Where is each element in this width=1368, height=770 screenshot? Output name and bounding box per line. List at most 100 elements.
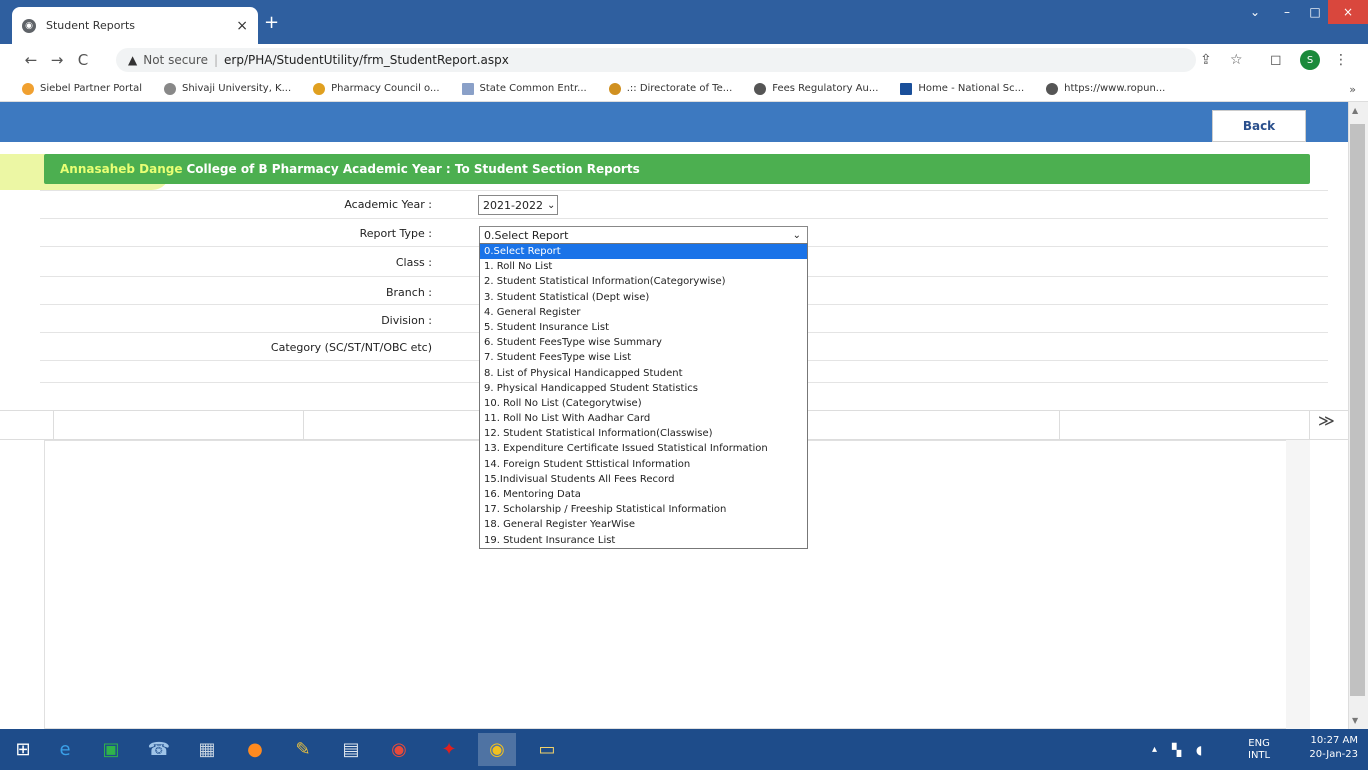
- minimize-button[interactable]: –: [1272, 0, 1302, 24]
- calculator-icon[interactable]: ▦: [188, 733, 226, 766]
- page-title: Annasaheb Dange College of B Pharmacy Ac…: [44, 154, 1310, 184]
- bookmark-item[interactable]: .:: Directorate of Te...: [608, 82, 732, 95]
- page-title-text: College of B Pharmacy Academic Year : To…: [186, 162, 640, 176]
- academic-year-select[interactable]: 2021-2022 ⌄: [478, 195, 558, 215]
- report-option[interactable]: 1. Roll No List: [480, 259, 807, 274]
- tab-search-icon[interactable]: ⌄: [1240, 0, 1270, 24]
- report-option[interactable]: 0.Select Report: [480, 244, 807, 260]
- report-type-label: Report Type :: [359, 227, 432, 240]
- not-secure-label: Not secure: [143, 53, 208, 67]
- clock[interactable]: 10:27 AM 20-Jan-23: [1309, 734, 1358, 762]
- network-icon[interactable]: ▚: [1172, 729, 1181, 770]
- new-tab-button[interactable]: +: [264, 12, 279, 33]
- report-option[interactable]: 3. Student Statistical (Dept wise): [480, 290, 807, 305]
- paint-icon[interactable]: ✎: [284, 733, 322, 766]
- scroll-up-icon[interactable]: ▲: [1352, 106, 1358, 115]
- bookmark-favicon-icon: [900, 82, 913, 95]
- form-row-academic-year: Academic Year : 2021-2022 ⌄: [40, 190, 1328, 218]
- report-option[interactable]: 6. Student FeesType wise Summary: [480, 335, 807, 350]
- expand-down-icon[interactable]: ≫: [1318, 411, 1335, 430]
- report-frame-scrollbar[interactable]: [1286, 440, 1310, 729]
- grid-cell: [1060, 411, 1310, 441]
- url-text[interactable]: erp/PHA/StudentUtility/frm_StudentReport…: [224, 53, 509, 67]
- bookmark-favicon-icon: [313, 82, 326, 95]
- tray-up-icon[interactable]: ▴: [1152, 729, 1157, 770]
- back-arrow-icon[interactable]: ←: [18, 51, 44, 69]
- report-option[interactable]: 5. Student Insurance List: [480, 320, 807, 335]
- report-option[interactable]: 14. Foreign Student Sttistical Informati…: [480, 457, 807, 472]
- report-option[interactable]: 11. Roll No List With Aadhar Card: [480, 411, 807, 426]
- bookmarks-bar: Siebel Partner Portal Shivaji University…: [0, 76, 1368, 102]
- browser-tabstrip: ◉ Student Reports × + ⌄ – □ ×: [0, 0, 1368, 44]
- report-option[interactable]: 18. General Register YearWise: [480, 517, 807, 532]
- profile-avatar[interactable]: S: [1300, 50, 1320, 70]
- more-bookmarks-icon[interactable]: »: [1349, 83, 1356, 96]
- bookmark-favicon-icon: [461, 82, 474, 95]
- file-explorer-icon[interactable]: ▭: [528, 733, 566, 766]
- phone-app-icon[interactable]: ☎: [140, 733, 178, 766]
- chevron-down-icon: ⌄: [546, 199, 556, 211]
- share-icon[interactable]: ⇪: [1200, 44, 1212, 76]
- chrome-icon[interactable]: ◉: [380, 733, 418, 766]
- report-type-select[interactable]: 0.Select Report ⌄: [479, 226, 808, 244]
- bookmark-favicon-icon: [164, 82, 176, 95]
- side-panel-icon[interactable]: ◻: [1270, 44, 1282, 76]
- report-option[interactable]: 9. Physical Handicapped Student Statisti…: [480, 381, 807, 396]
- grid-cell: [54, 411, 304, 441]
- report-option[interactable]: 16. Mentoring Data: [480, 487, 807, 502]
- internet-explorer-icon[interactable]: e: [46, 733, 84, 766]
- bookmark-item[interactable]: https://www.ropun...: [1046, 82, 1165, 95]
- chevron-down-icon: ⌄: [792, 229, 801, 241]
- bookmark-star-icon[interactable]: ☆: [1230, 44, 1243, 76]
- bookmark-favicon-icon: [1046, 82, 1059, 95]
- bookmark-item[interactable]: Home - National Sc...: [900, 82, 1024, 95]
- bookmark-favicon-icon: [754, 82, 767, 95]
- page-topbar: [0, 102, 1348, 142]
- volume-icon[interactable]: ◖: [1196, 729, 1202, 770]
- store-icon[interactable]: ▣: [92, 733, 130, 766]
- grid-cell: [0, 411, 54, 441]
- college-name: Annasaheb Dange: [60, 162, 183, 176]
- division-label: Division :: [381, 314, 432, 327]
- bookmark-item[interactable]: Fees Regulatory Au...: [754, 82, 878, 95]
- reload-icon[interactable]: C: [70, 51, 96, 69]
- word-icon[interactable]: ▤: [332, 733, 370, 766]
- windows-taskbar: ▴ ▚ ◖ ENG INTL 10:27 AM 20-Jan-23 ⊞ e ▣ ☎ ▦ ●…: [0, 729, 1368, 770]
- report-option[interactable]: 8. List of Physical Handicapped Student: [480, 366, 807, 381]
- close-window-button[interactable]: ×: [1328, 0, 1368, 24]
- report-option[interactable]: 4. General Register: [480, 305, 807, 320]
- warning-icon[interactable]: ▲: [128, 53, 137, 67]
- report-option[interactable]: 2. Student Statistical Information(Categ…: [480, 274, 807, 289]
- chrome-menu-icon[interactable]: ⋮: [1334, 44, 1348, 76]
- address-bar[interactable]: ▲ Not secure | erp/PHA/StudentUtility/fr…: [116, 48, 1196, 72]
- academic-year-label: Academic Year :: [344, 198, 432, 211]
- globe-icon: ◉: [22, 18, 36, 33]
- report-option[interactable]: 13. Expenditure Certificate Issued Stati…: [480, 441, 807, 456]
- bookmark-item[interactable]: Shivaji University, K...: [164, 82, 291, 95]
- report-option[interactable]: 17. Scholarship / Freeship Statistical I…: [480, 502, 807, 517]
- browser-tab[interactable]: ◉ Student Reports ×: [12, 7, 258, 44]
- report-option[interactable]: 10. Roll No List (Categorytwise): [480, 396, 807, 411]
- bookmark-item[interactable]: Siebel Partner Portal: [22, 82, 142, 95]
- language-indicator[interactable]: ENG INTL: [1248, 729, 1270, 770]
- forward-arrow-icon[interactable]: →: [44, 51, 70, 69]
- form-row-report-type: Report Type : 0.Select Report ⌄: [40, 218, 1328, 246]
- report-option[interactable]: 12. Student Statistical Information(Clas…: [480, 426, 807, 441]
- chrome-profile-icon[interactable]: ◉: [478, 733, 516, 766]
- tab-close-icon[interactable]: ×: [236, 18, 248, 34]
- bookmark-item[interactable]: State Common Entr...: [461, 82, 587, 95]
- acrobat-icon[interactable]: ✦: [430, 733, 468, 766]
- back-button[interactable]: Back: [1212, 110, 1306, 142]
- scroll-down-icon[interactable]: ▼: [1352, 716, 1358, 725]
- bookmark-item[interactable]: Pharmacy Council o...: [313, 82, 440, 95]
- report-option[interactable]: 19. Student Insurance List: [480, 533, 807, 548]
- report-option[interactable]: 7. Student FeesType wise List: [480, 350, 807, 365]
- firefox-icon[interactable]: ●: [236, 733, 274, 766]
- report-type-dropdown-list[interactable]: 0.Select Report 1. Roll No List 2. Student…: [479, 243, 808, 549]
- tab-title: Student Reports: [46, 19, 135, 32]
- maximize-button[interactable]: □: [1302, 0, 1328, 24]
- branch-label: Branch :: [385, 286, 432, 299]
- report-option[interactable]: 15.Indivisual Students All Fees Record: [480, 472, 807, 487]
- page-scrollbar-thumb[interactable]: [1350, 124, 1365, 696]
- windows-start-icon[interactable]: ⊞: [4, 733, 42, 766]
